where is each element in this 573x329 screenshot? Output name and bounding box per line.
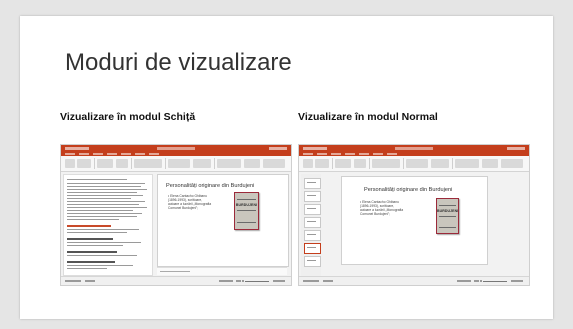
book-cover-text: BURDUJENI (437, 209, 459, 213)
slide-thumbnail[interactable] (304, 230, 321, 241)
book-cover-text: BURDUJENI (235, 203, 258, 207)
outline-view-caption: Vizualizare în modul Schiță (60, 111, 196, 123)
embedded-slide-bullet: • Elena Cantacho Ghibanu (1896-1993), sc… (168, 194, 212, 210)
title-bar (61, 145, 291, 152)
quick-access-toolbar (303, 147, 327, 150)
zoom-slider (245, 280, 269, 282)
window-title (157, 147, 195, 150)
slide-title: Moduri de vizualizare (65, 49, 292, 76)
embedded-slide-title: Personalități originare din Burdujeni (364, 187, 453, 193)
slide-thumbnail[interactable] (304, 191, 321, 202)
slide-thumbnail[interactable] (304, 178, 321, 189)
slide-canvas: Personalități originare din Burdujeni • … (341, 176, 488, 265)
book-cover-image: BURDUJENI (234, 192, 259, 230)
window-controls (269, 147, 287, 150)
window-controls (507, 147, 525, 150)
embedded-slide-title: Personalități originare din Burdujeni (166, 183, 255, 189)
outline-pane (63, 174, 153, 276)
presentation-slide: Moduri de vizualizare Vizualizare în mod… (20, 16, 553, 319)
status-bar (299, 276, 529, 285)
quick-access-toolbar (65, 147, 89, 150)
slide-thumbnails-pane (301, 174, 321, 276)
embedded-slide-bullet: • Elena Cantacho Ghibanu (1896-1993), sc… (360, 200, 404, 216)
ribbon-toolbar (299, 156, 529, 172)
slide-thumbnail[interactable] (304, 256, 321, 267)
status-bar (61, 276, 291, 285)
slide-thumbnail-selected[interactable] (304, 243, 321, 254)
title-bar (299, 145, 529, 152)
normal-view-screenshot: Personalități originare din Burdujeni • … (298, 144, 530, 286)
outline-view-screenshot: Personalități originare din Burdujeni • … (60, 144, 292, 286)
book-cover-image: BURDUJENI (436, 198, 459, 234)
notes-pane (157, 267, 287, 275)
slide-thumbnail[interactable] (304, 204, 321, 215)
slide-thumbnail[interactable] (304, 217, 321, 228)
ribbon-toolbar (61, 156, 291, 172)
normal-view-caption: Vizualizare în modul Normal (298, 111, 438, 123)
slide-canvas: Personalități originare din Burdujeni • … (157, 174, 289, 267)
zoom-slider (483, 280, 507, 282)
window-title (395, 147, 433, 150)
